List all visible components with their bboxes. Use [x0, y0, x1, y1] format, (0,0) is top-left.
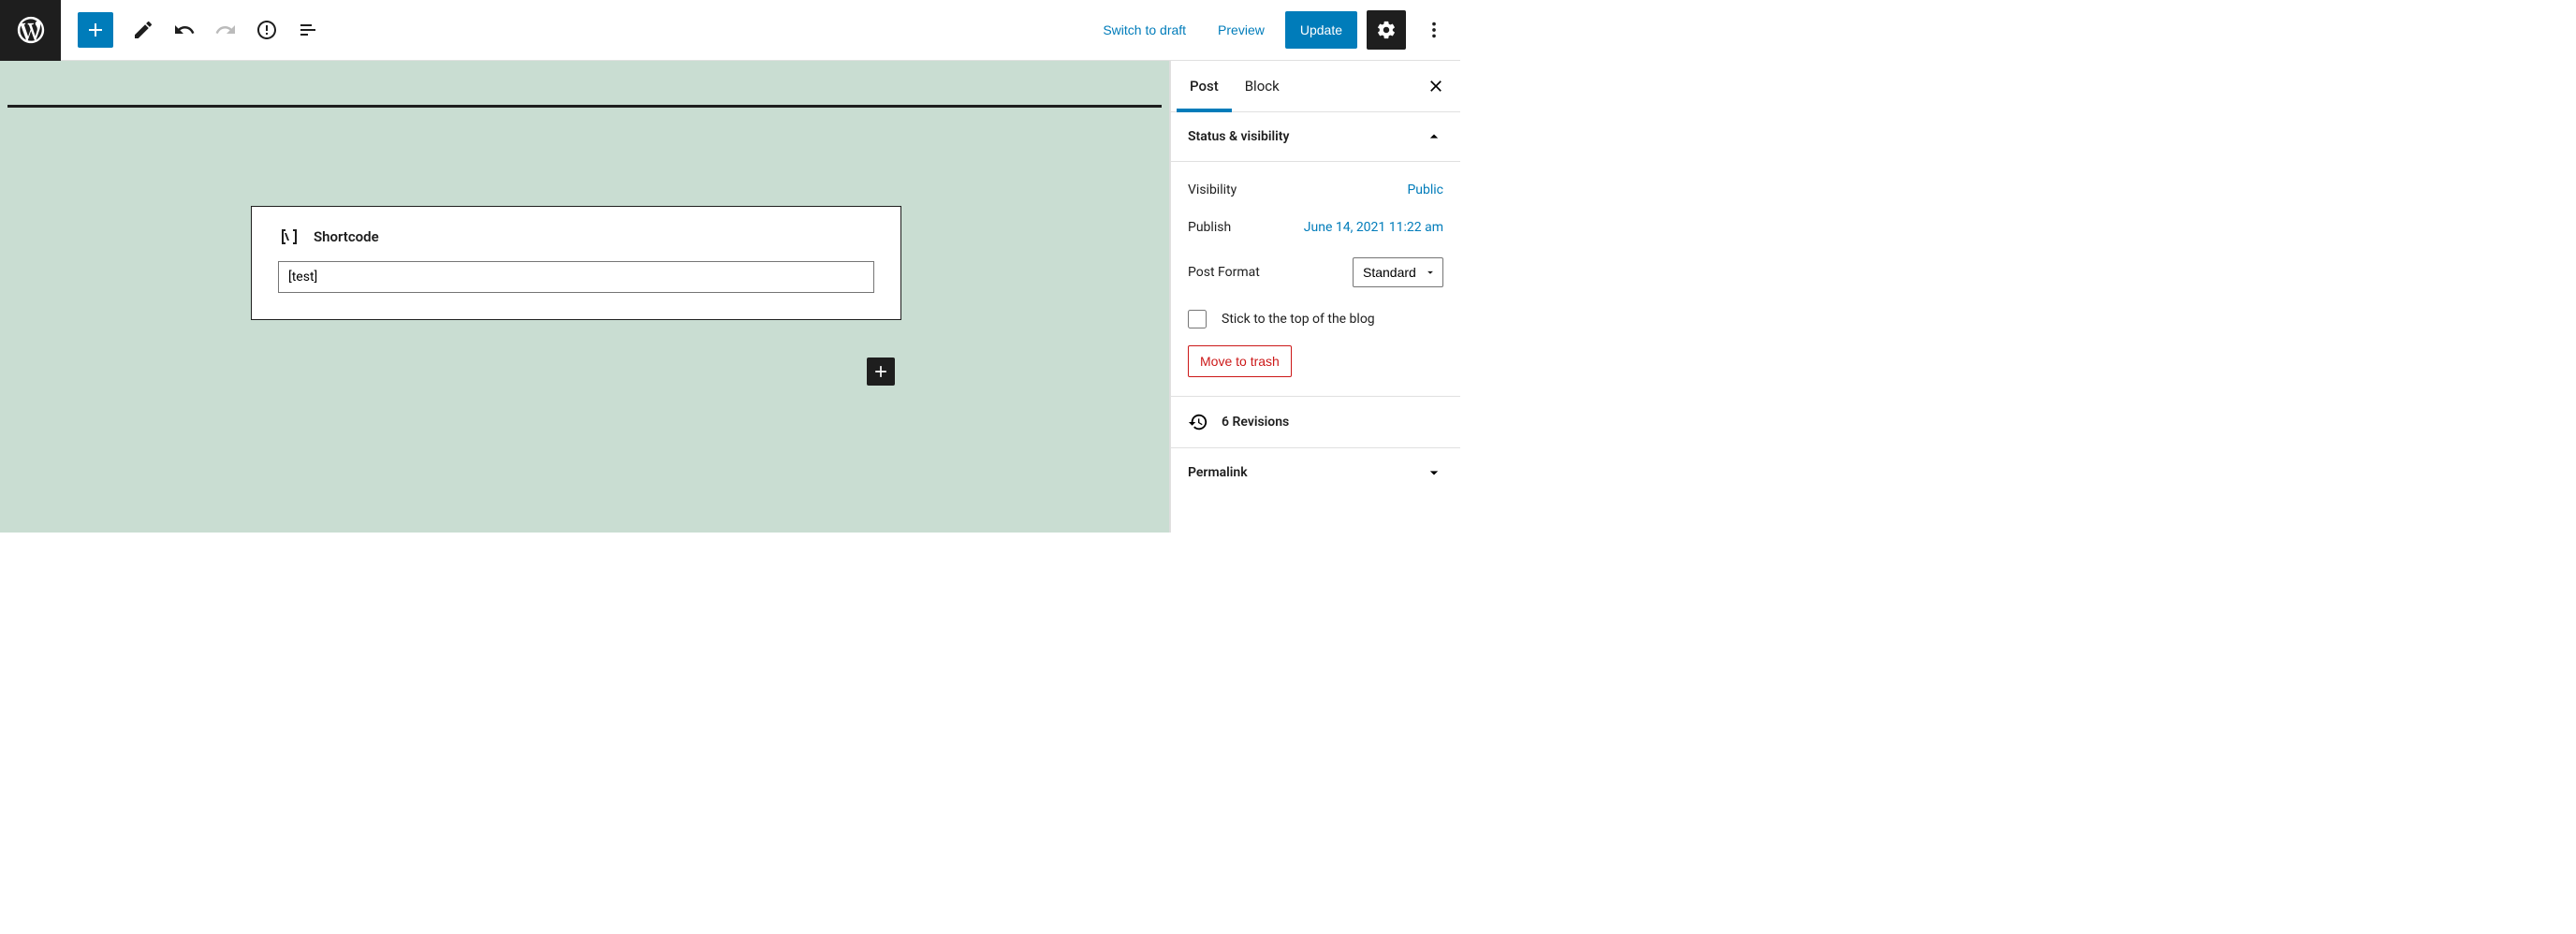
- stick-to-top-checkbox[interactable]: [1188, 310, 1207, 328]
- top-toolbar: Switch to draft Preview Update: [0, 0, 1460, 61]
- wp-logo[interactable]: [0, 0, 61, 61]
- close-icon: [1427, 77, 1445, 95]
- plus-icon: [84, 19, 107, 41]
- redo-icon: [214, 19, 237, 41]
- visibility-label: Visibility: [1188, 182, 1237, 197]
- list-icon: [297, 19, 319, 41]
- shortcode-block-title: Shortcode: [314, 228, 379, 245]
- stick-to-top-checkbox-row[interactable]: Stick to the top of the blog: [1188, 299, 1443, 345]
- permalink-label: Permalink: [1188, 465, 1248, 480]
- close-sidebar-button[interactable]: [1417, 67, 1455, 105]
- gear-icon: [1376, 20, 1397, 40]
- sidebar-tabs: Post Block: [1171, 61, 1460, 112]
- editor-canvas[interactable]: Shortcode: [0, 61, 1170, 533]
- post-format-select[interactable]: Standard: [1353, 257, 1443, 287]
- stick-to-top-label: Stick to the top of the blog: [1222, 312, 1375, 327]
- info-icon: [256, 19, 278, 41]
- shortcode-block[interactable]: Shortcode: [251, 206, 901, 320]
- undo-button[interactable]: [166, 11, 203, 49]
- shortcode-input[interactable]: [278, 261, 874, 293]
- publish-value[interactable]: June 14, 2021 11:22 am: [1304, 220, 1443, 235]
- permalink-panel-toggle[interactable]: Permalink: [1171, 448, 1460, 497]
- kebab-icon: [1424, 20, 1444, 40]
- redo-button[interactable]: [207, 11, 244, 49]
- revisions-label: 6 Revisions: [1222, 415, 1289, 430]
- update-button[interactable]: Update: [1285, 11, 1357, 49]
- history-icon: [1188, 412, 1208, 432]
- status-visibility-panel-body: Visibility Public Publish June 14, 2021 …: [1171, 162, 1460, 397]
- move-to-trash-button[interactable]: Move to trash: [1188, 345, 1292, 377]
- settings-button[interactable]: [1367, 10, 1406, 50]
- plus-icon: [871, 362, 890, 381]
- tab-block[interactable]: Block: [1232, 61, 1293, 111]
- add-block-button[interactable]: [78, 12, 113, 48]
- pencil-icon: [132, 19, 154, 41]
- visibility-value[interactable]: Public: [1407, 182, 1443, 197]
- undo-icon: [173, 19, 196, 41]
- separator-block[interactable]: [7, 105, 1162, 108]
- settings-sidebar: Post Block Status & visibility Visibilit…: [1170, 61, 1460, 533]
- preview-button[interactable]: Preview: [1207, 13, 1276, 47]
- wordpress-icon: [15, 14, 47, 46]
- post-format-label: Post Format: [1188, 265, 1260, 280]
- switch-to-draft-button[interactable]: Switch to draft: [1091, 13, 1197, 47]
- status-visibility-title: Status & visibility: [1188, 129, 1289, 144]
- chevron-down-icon: [1425, 463, 1443, 482]
- publish-label: Publish: [1188, 220, 1231, 235]
- status-visibility-panel-toggle[interactable]: Status & visibility: [1171, 112, 1460, 162]
- shortcode-icon: [278, 226, 300, 248]
- info-button[interactable]: [248, 11, 285, 49]
- add-block-inline-button[interactable]: [867, 358, 895, 386]
- tab-post[interactable]: Post: [1177, 61, 1232, 111]
- more-options-button[interactable]: [1415, 11, 1453, 49]
- edit-mode-button[interactable]: [124, 11, 162, 49]
- chevron-up-icon: [1425, 127, 1443, 146]
- outline-button[interactable]: [289, 11, 327, 49]
- revisions-row[interactable]: 6 Revisions: [1171, 397, 1460, 448]
